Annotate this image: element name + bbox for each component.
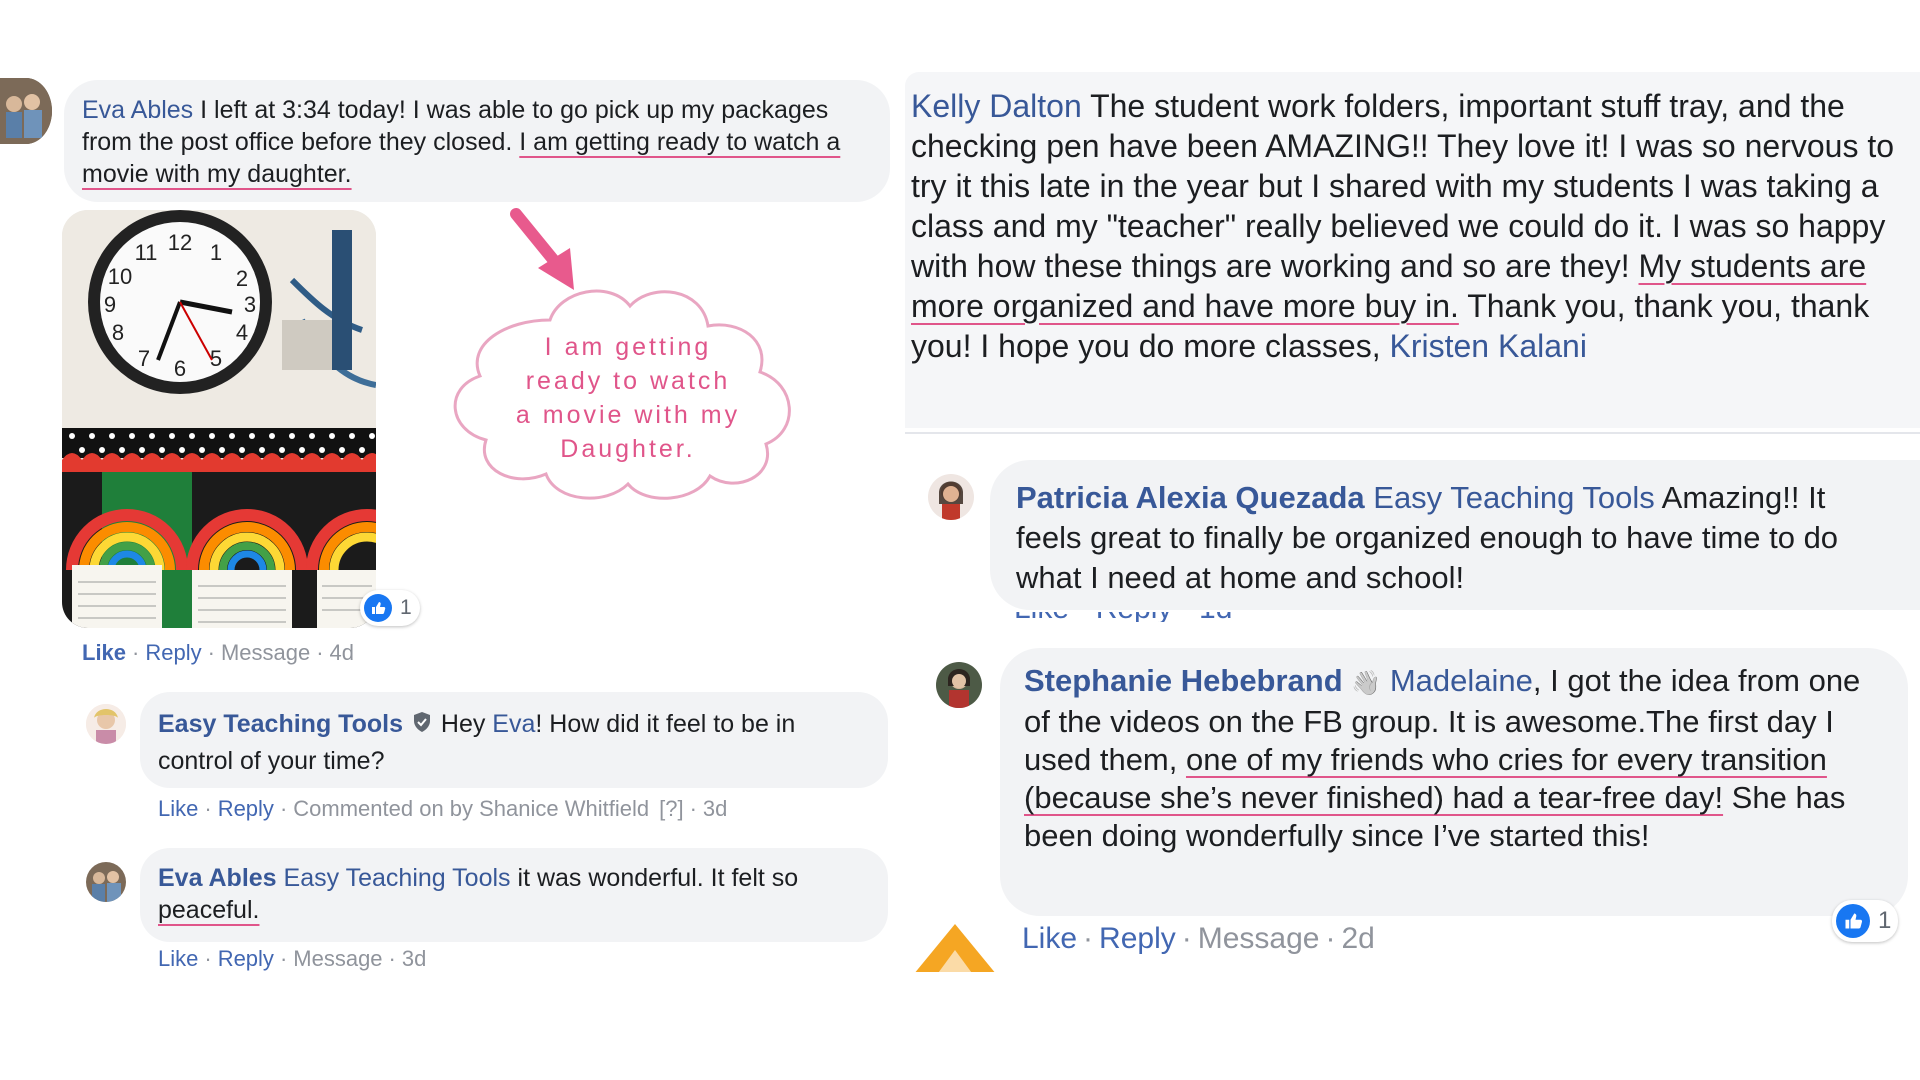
reaction-count-chip[interactable]: 1 — [1832, 900, 1898, 942]
svg-text:6: 6 — [174, 356, 186, 381]
post-photo[interactable]: 12 1 2 345 678 9 10 11 — [62, 210, 376, 628]
svg-text:2: 2 — [236, 266, 248, 291]
thumbs-up-icon — [1836, 904, 1870, 938]
comment-text: Patricia Alexia Quezada Easy Teaching To… — [1016, 480, 1839, 595]
mention-link[interactable]: Easy Teaching Tools — [284, 864, 511, 892]
reply-link[interactable]: Reply — [218, 946, 274, 971]
svg-text:12: 12 — [168, 230, 192, 255]
avatar-eva-ables-small[interactable] — [86, 862, 126, 902]
comment-actions-eva: Like · Reply · Message · 4d — [82, 640, 355, 665]
verified-shield-icon — [412, 707, 432, 743]
reply-link[interactable]: Reply — [145, 640, 201, 665]
mention-link[interactable]: Easy Teaching Tools — [1373, 480, 1654, 515]
kelly-comment-panel: Kelly Dalton The student work folders, i… — [905, 72, 1920, 428]
like-link[interactable]: Like — [158, 946, 198, 971]
reply-link[interactable]: Reply — [1099, 922, 1176, 955]
timestamp[interactable]: 2d — [1341, 922, 1374, 955]
waving-hand-icon: 👋 — [1351, 670, 1382, 697]
svg-text:3: 3 — [244, 292, 256, 317]
avatar-patricia[interactable] — [928, 474, 974, 520]
author-name[interactable]: Patricia Alexia Quezada — [1016, 480, 1365, 515]
comment-text: Kelly Dalton The student work folders, i… — [911, 88, 1895, 364]
author-name[interactable]: Stephanie Hebebrand — [1024, 663, 1343, 698]
highlighted-text: peaceful. — [158, 896, 260, 924]
mention-link[interactable]: Eva — [492, 710, 535, 738]
author-name[interactable]: Easy Teaching Tools — [158, 710, 403, 738]
author-name[interactable]: Kelly Dalton — [911, 88, 1082, 124]
message-link[interactable]: Message — [1198, 922, 1320, 955]
author-name[interactable]: Eva Ables — [82, 96, 193, 124]
patricia-actions-clip: Like · Reply · 1d — [1014, 612, 1314, 622]
avatar-stephanie[interactable] — [936, 662, 982, 708]
reply-actions-2-clip: Like · Reply · Message · 3d — [150, 940, 750, 972]
reaction-count: 1 — [1878, 907, 1892, 934]
help-link[interactable]: [?] — [659, 796, 683, 821]
reply-actions-2: Like · Reply · Message · 3d — [158, 946, 427, 971]
mention-link[interactable]: Kristen Kalani — [1389, 328, 1586, 364]
svg-text:1: 1 — [210, 240, 222, 265]
reply-bubble-eva: Eva Ables Easy Teaching Tools it was won… — [140, 848, 888, 942]
cloud-text: I am getting ready to watch a movie with… — [515, 333, 741, 463]
orange-triangle-decoration — [905, 920, 1005, 972]
comment-text: Eva Ables I left at 3:34 today! I was ab… — [82, 96, 841, 188]
timestamp[interactable]: 4d — [330, 640, 354, 665]
reply-link[interactable]: Reply — [218, 796, 274, 821]
thumbs-up-icon — [364, 594, 392, 622]
message-link[interactable]: Message — [293, 946, 382, 971]
like-link[interactable]: Like — [158, 796, 198, 821]
timestamp[interactable]: 3d — [402, 946, 426, 971]
timestamp[interactable]: 3d — [703, 796, 727, 821]
svg-text:11: 11 — [135, 240, 158, 265]
section-divider — [905, 432, 1920, 434]
comment-bubble-stephanie: Stephanie Hebebrand 👋 Madelaine, I got t… — [1000, 648, 1908, 916]
comment-bubble-patricia: Patricia Alexia Quezada Easy Teaching To… — [990, 460, 1920, 610]
message-link[interactable]: Message — [221, 640, 310, 665]
comment-text: Stephanie Hebebrand 👋 Madelaine, I got t… — [1024, 663, 1861, 853]
comment-bubble-eva: Eva Ables I left at 3:34 today! I was ab… — [64, 80, 890, 202]
patricia-actions: Like · Reply · 1d — [1014, 612, 1232, 622]
reply-actions-1: Like · Reply · Commented on by Shanice Whitf… — [158, 796, 728, 821]
author-name[interactable]: Eva Ables — [158, 864, 277, 892]
svg-text:9: 9 — [104, 292, 116, 317]
mention-link[interactable]: Madelaine — [1390, 663, 1533, 698]
svg-text:7: 7 — [138, 346, 150, 371]
svg-text:4: 4 — [236, 320, 248, 345]
reply-text: Easy Teaching Tools Hey Eva! How did it … — [158, 706, 874, 779]
svg-text:8: 8 — [112, 320, 124, 345]
comment-actions-stephanie: Like · Reply · Message · 2d — [1022, 922, 1375, 955]
reply-bubble-easy-teaching-tools: Easy Teaching Tools Hey Eva! How did it … — [140, 692, 888, 788]
like-link[interactable]: Like — [1022, 922, 1077, 955]
reaction-count: 1 — [400, 596, 412, 619]
like-link[interactable]: Like — [82, 640, 126, 665]
reply-text: Eva Ables Easy Teaching Tools it was won… — [158, 864, 799, 924]
avatar-eva-ables[interactable] — [0, 78, 52, 144]
avatar-easy-teaching-tools[interactable] — [86, 704, 126, 744]
commented-by-text: Commented on by Shanice Whitfield — [293, 796, 650, 821]
thought-cloud: I am getting ready to watch a movie with… — [440, 280, 816, 504]
reaction-count-chip[interactable]: 1 — [360, 590, 420, 626]
svg-text:10: 10 — [108, 264, 132, 289]
